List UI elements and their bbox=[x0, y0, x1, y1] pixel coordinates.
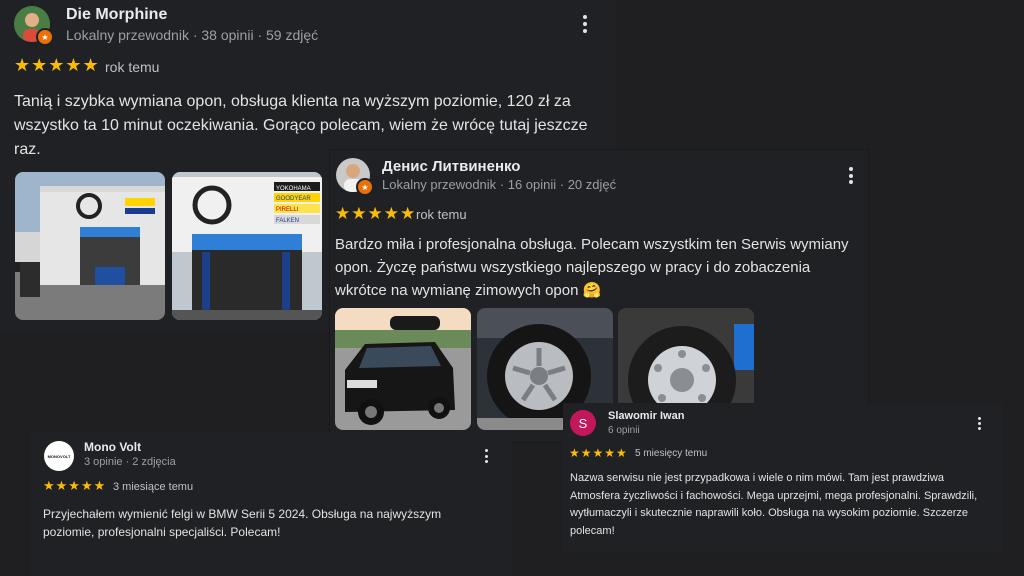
reviewer-name[interactable]: Mono Volt bbox=[84, 440, 141, 454]
review-photo-garage-1[interactable] bbox=[15, 172, 165, 320]
review-card-slawomir-iwan: S Slawomir Iwan 6 opinii ★★★★★ 5 miesięc… bbox=[563, 403, 1003, 553]
rating-stars: ★★★★★ bbox=[335, 204, 417, 223]
review-card-denis: ★ Денис Литвиненко Lokalny przewodnik · … bbox=[330, 150, 868, 442]
falken-sign: FALKEN bbox=[276, 218, 299, 224]
review-text: Bardzo miła i profesjonalna obsługa. Pol… bbox=[335, 236, 849, 299]
review-text: Nazwa serwisu nie jest przypadkowa i wie… bbox=[570, 472, 978, 537]
review-card-mono-volt: MONOVOLT Mono Volt 3 opinie · 2 zdjęcia … bbox=[30, 432, 512, 576]
avatar-letter: S bbox=[578, 415, 588, 431]
goodyear-sign: GOODYEAR bbox=[276, 196, 311, 202]
reviewer-meta: 3 opinie · 2 zdjęcia bbox=[84, 456, 176, 468]
local-guide-badge-icon: ★ bbox=[36, 28, 54, 46]
reviewer-name[interactable]: Slawomir Iwan bbox=[608, 410, 684, 422]
review-time: rok temu bbox=[105, 59, 160, 75]
more-options-button[interactable] bbox=[977, 417, 982, 430]
reviewer-name[interactable]: Денис Литвиненко bbox=[382, 158, 520, 175]
local-guide-badge-icon: ★ bbox=[356, 178, 374, 196]
yokohama-sign: YOKOHAMA bbox=[276, 186, 311, 192]
review-photo-car[interactable] bbox=[335, 308, 471, 430]
review-time: rok temu bbox=[416, 207, 467, 222]
reviewer-meta: Lokalny przewodnik · 38 opinii · 59 zdję… bbox=[66, 27, 319, 43]
more-options-button[interactable] bbox=[848, 167, 854, 184]
garage-photo-icon bbox=[15, 172, 165, 320]
reviewer-name[interactable]: Die Morphine bbox=[66, 6, 167, 24]
avatar[interactable]: S bbox=[570, 410, 596, 436]
avatar-logo-text: MONOVOLT bbox=[47, 453, 71, 459]
more-options-button[interactable] bbox=[582, 15, 588, 33]
more-options-button[interactable] bbox=[484, 449, 489, 463]
reviewer-meta: Lokalny przewodnik · 16 opinii · 20 zdję… bbox=[382, 177, 617, 192]
review-text: Przyjechałem wymienić felgi w BMW Serii … bbox=[43, 507, 442, 539]
review-time: 5 miesięcy temu bbox=[635, 448, 708, 459]
car-photo-icon bbox=[335, 308, 471, 430]
pirelli-sign: PIRELLI bbox=[276, 207, 299, 213]
review-time: 3 miesiące temu bbox=[113, 481, 194, 493]
avatar[interactable]: MONOVOLT bbox=[44, 441, 74, 471]
rating-stars: ★★★★★ bbox=[43, 478, 107, 493]
reviewer-meta: 6 opinii bbox=[608, 425, 640, 436]
review-photo-garage-2[interactable]: YOKOHAMA GOODYEAR PIRELLI FALKEN bbox=[172, 172, 322, 320]
garage-photo-icon: YOKOHAMA GOODYEAR PIRELLI FALKEN bbox=[172, 172, 322, 320]
rating-stars: ★★★★★ bbox=[14, 55, 100, 75]
rating-stars: ★★★★★ bbox=[569, 446, 628, 460]
